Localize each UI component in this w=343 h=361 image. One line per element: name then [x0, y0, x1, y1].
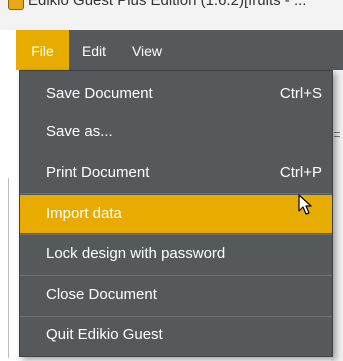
- menu-item-lock-design[interactable]: Lock design with password: [20, 235, 332, 273]
- menu-item-label: Save as...: [46, 123, 113, 140]
- file-menu-dropdown: Save Document Ctrl+S Save as... Print Do…: [19, 70, 333, 357]
- ruler-tick: [334, 132, 340, 133]
- menu-item-shortcut: Ctrl+P: [279, 164, 322, 181]
- app-icon: [8, 0, 24, 10]
- menu-item-save-as[interactable]: Save as...: [20, 113, 332, 151]
- menu-bar: File Edit View: [16, 30, 343, 70]
- menu-item-label: Quit Edikio Guest: [46, 326, 163, 343]
- menu-view[interactable]: View: [124, 30, 170, 70]
- menu-item-import-data[interactable]: Import data: [20, 195, 332, 233]
- menu-file[interactable]: File: [16, 30, 69, 70]
- menu-item-print-document[interactable]: Print Document Ctrl+P: [20, 154, 332, 192]
- menu-item-close-document[interactable]: Close Document: [20, 276, 332, 314]
- app-window: Edikio Guest Plus Edition (1.6.2)[fruits…: [0, 0, 343, 361]
- title-bar: Edikio Guest Plus Edition (1.6.2)[fruits…: [0, 0, 343, 30]
- menu-item-quit[interactable]: Quit Edikio Guest: [20, 316, 332, 354]
- menu-item-label: Save Document: [46, 85, 153, 102]
- background-divider: [8, 178, 9, 358]
- menu-item-label: Import data: [46, 205, 122, 222]
- window-title: Edikio Guest Plus Edition (1.6.2)[fruits…: [28, 0, 307, 9]
- menu-item-shortcut: Ctrl+S: [279, 85, 322, 102]
- arrow-cursor-icon: [298, 194, 312, 215]
- menu-item-label: Print Document: [46, 164, 150, 181]
- menu-separator: [20, 193, 332, 194]
- menu-item-label: Close Document: [46, 286, 157, 303]
- menu-item-label: Lock design with password: [46, 245, 226, 262]
- menu-edit[interactable]: Edit: [74, 30, 114, 70]
- ruler-tick: [334, 136, 340, 137]
- menu-item-save-document[interactable]: Save Document Ctrl+S: [20, 75, 332, 113]
